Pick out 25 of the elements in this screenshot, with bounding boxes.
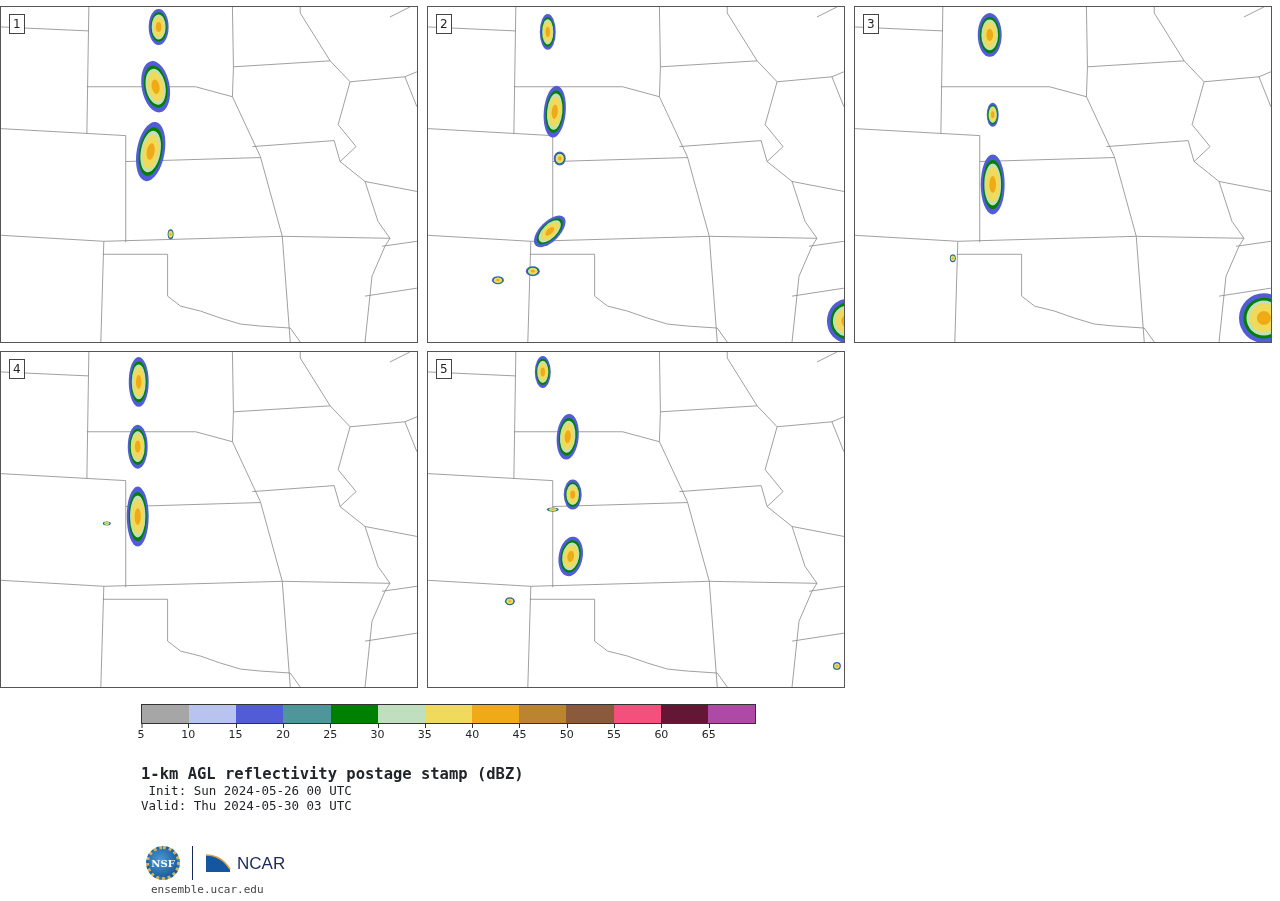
tick-label: 15 xyxy=(228,724,243,740)
panel-number: 3 xyxy=(863,14,879,34)
tick-label: 50 xyxy=(559,724,574,740)
arc-logo-icon xyxy=(205,853,231,874)
panel-number: 5 xyxy=(436,359,452,379)
valid-time: Valid: Thu 2024-05-30 03 UTC xyxy=(141,798,353,814)
init-time: Init: Sun 2024-05-26 00 UTC xyxy=(147,783,353,799)
site-url: ensemble.ucar.edu xyxy=(151,882,265,899)
panel-number: 2 xyxy=(436,14,452,34)
globe-logo: NSF xyxy=(146,846,180,881)
tick-label: 65 xyxy=(701,724,716,740)
tick-label: 20 xyxy=(275,724,290,740)
panel-number: 4 xyxy=(9,359,25,379)
tick-label: 10 xyxy=(181,724,196,740)
tick-label: 35 xyxy=(417,724,432,740)
tick-label: 30 xyxy=(370,724,385,740)
tick-label: 55 xyxy=(607,724,622,740)
logo-text: NCAR xyxy=(237,854,286,872)
panel-number: 1 xyxy=(9,14,25,34)
tick-label: 40 xyxy=(465,724,480,740)
tick-label: 45 xyxy=(512,724,527,740)
tick-label: 60 xyxy=(654,724,669,740)
plot-title: 1-km AGL reflectivity postage stamp (dBZ) xyxy=(141,766,525,784)
tick-label: 5 xyxy=(137,724,145,740)
tick-label: 25 xyxy=(323,724,338,740)
